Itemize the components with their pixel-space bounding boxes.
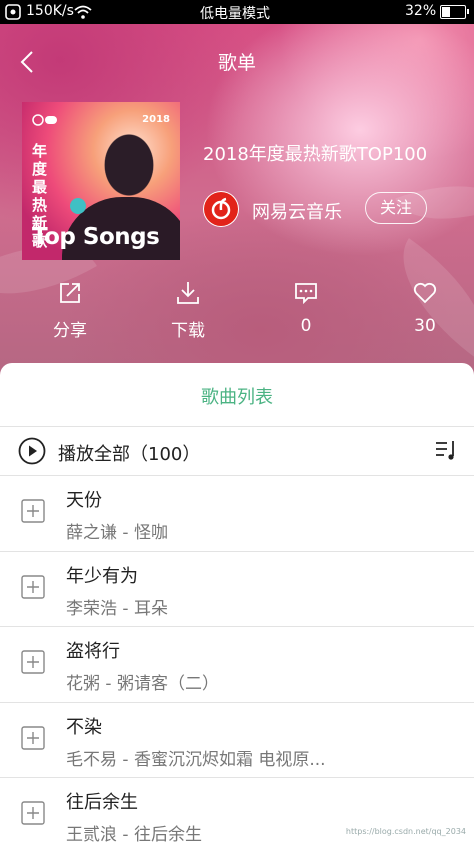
song-artist-album: 薛之谦 - 怪咖 (66, 523, 168, 543)
song-title: 盗将行 (66, 641, 120, 662)
playlist-cover[interactable]: 2018 年度最热新歌 Top Songs (22, 102, 180, 260)
song-row[interactable]: 年少有为李荣浩 - 耳朵 (0, 552, 474, 627)
page-title: 歌单 (217, 52, 256, 74)
add-to-playlist-icon[interactable] (21, 574, 45, 599)
battery-icon (440, 5, 469, 19)
notification-icon (5, 4, 21, 20)
like-count: 30 (414, 316, 436, 336)
comment-count: 0 (300, 316, 312, 336)
song-row[interactable]: 天份薛之谦 - 怪咖 (0, 476, 474, 551)
play-all-icon[interactable] (18, 437, 46, 465)
battery-fill (442, 7, 450, 17)
song-artist-album: 李荣浩 - 耳朵 (66, 598, 168, 619)
netease-logo-icon (204, 192, 238, 226)
download-button[interactable]: 下载 (148, 280, 228, 341)
song-row[interactable]: 盗将行花粥 - 粥请客（二） (0, 627, 474, 702)
status-bar: 150K/s 低电量模式 32% (0, 0, 474, 24)
add-to-playlist-icon[interactable] (21, 725, 45, 750)
power-mode-label: 低电量模式 (200, 6, 270, 22)
divider (0, 426, 474, 427)
tab-song-list[interactable]: 歌曲列表 (0, 383, 474, 409)
heart-icon (413, 282, 437, 304)
song-artist-album: 王贰浪 - 往后余生 (66, 825, 202, 845)
follow-button[interactable]: 关注 (365, 192, 427, 224)
playlist-title: 2018年度最热新歌TOP100 (203, 144, 428, 165)
comments-button[interactable]: 0 (266, 280, 346, 336)
cover-logo-icon (32, 114, 57, 126)
share-icon (60, 283, 80, 303)
cover-caption: Top Songs (32, 224, 160, 250)
song-title: 不染 (66, 716, 102, 738)
song-title: 往后余生 (66, 792, 138, 813)
song-title: 年少有为 (66, 565, 138, 587)
add-to-playlist-icon[interactable] (21, 499, 45, 523)
add-to-playlist-icon[interactable] (21, 801, 45, 825)
share-label: 分享 (53, 321, 87, 341)
share-button[interactable]: 分享 (30, 280, 110, 341)
download-label: 下载 (171, 321, 205, 341)
play-all-label[interactable]: 播放全部（100） (58, 440, 200, 466)
cover-ball (70, 198, 86, 214)
network-speed: 150K/s (26, 3, 74, 19)
song-title: 天份 (66, 490, 102, 511)
add-to-playlist-icon[interactable] (21, 650, 45, 674)
song-artist-album: 毛不易 - 香蜜沉沉烬如霜 电视原... (66, 749, 326, 770)
song-row[interactable]: 不染毛不易 - 香蜜沉沉烬如霜 电视原... (0, 703, 474, 778)
like-button[interactable]: 30 (385, 280, 465, 336)
wifi-icon (74, 5, 92, 19)
comment-icon (295, 283, 317, 305)
watermark: https://blog.csdn.net/qq_2034 (345, 827, 466, 836)
creator-avatar[interactable] (203, 191, 239, 227)
cover-figure-head (84, 120, 164, 240)
battery-percent: 32% (405, 3, 437, 19)
song-artist-album: 花粥 - 粥请客（二） (66, 674, 219, 694)
download-icon (177, 282, 199, 304)
creator-name[interactable]: 网易云音乐 (252, 198, 342, 224)
multi-select-icon[interactable] (434, 438, 458, 462)
